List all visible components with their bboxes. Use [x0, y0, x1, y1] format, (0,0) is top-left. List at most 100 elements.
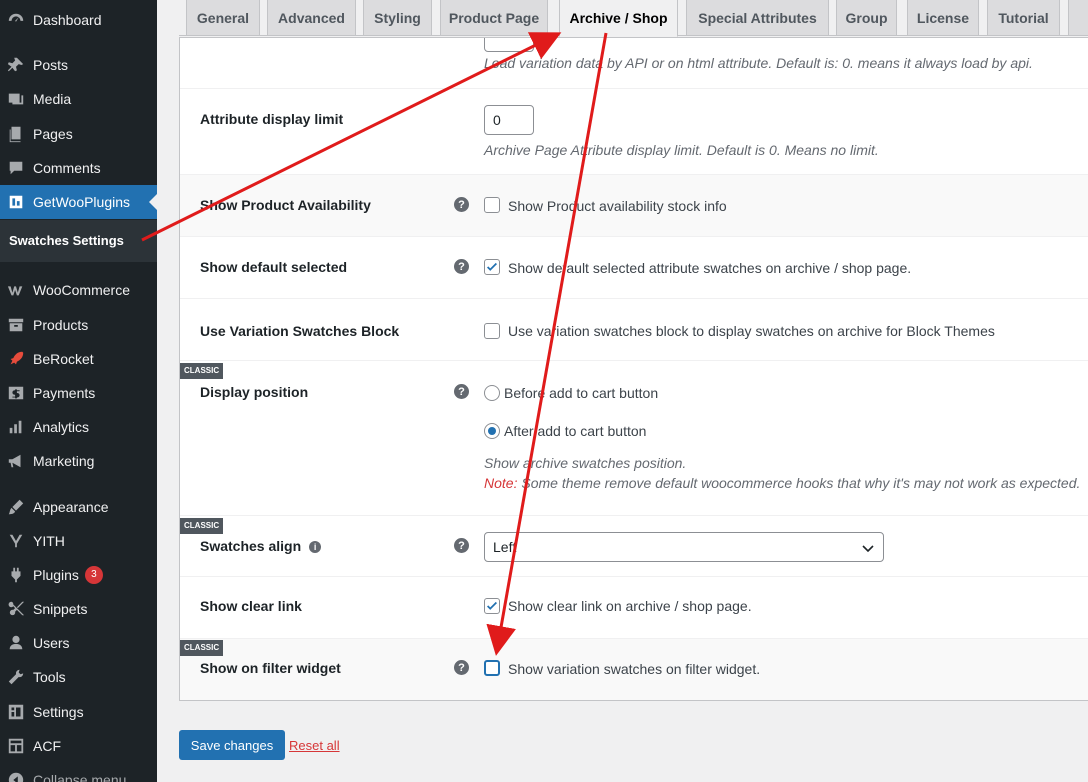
- menu-label: Collapse menu: [33, 772, 127, 782]
- menu-plugins[interactable]: Plugins 3: [0, 558, 157, 592]
- threshold-description: Load variation data by API or on html at…: [484, 55, 1033, 71]
- position-before-radio[interactable]: [484, 385, 500, 401]
- help-icon[interactable]: ?: [454, 538, 469, 553]
- reset-all-link[interactable]: Reset all: [289, 738, 340, 753]
- menu-woocommerce[interactable]: WooCommerce: [0, 273, 157, 307]
- tab-partial[interactable]: [1068, 0, 1088, 36]
- tab-advanced[interactable]: Advanced: [267, 0, 356, 36]
- menu-yith[interactable]: YITH: [0, 524, 157, 558]
- settings-icon: [6, 702, 26, 722]
- swatches-block-checkbox[interactable]: [484, 323, 500, 339]
- tab-general[interactable]: General: [186, 0, 260, 36]
- pin-icon: [6, 55, 26, 75]
- menu-label: Posts: [33, 57, 69, 73]
- menu-label: ACF: [33, 738, 61, 754]
- checkbox-label: Show clear link on archive / shop page.: [508, 598, 752, 614]
- menu-posts[interactable]: Posts: [0, 48, 157, 82]
- row-filter-widget: CLASSIC Show on filter widget ? Show var…: [180, 639, 1088, 700]
- attribute-limit-input[interactable]: 0: [484, 105, 534, 135]
- tab-group[interactable]: Group: [836, 0, 897, 36]
- menu-settings[interactable]: Settings: [0, 695, 157, 729]
- help-icon[interactable]: ?: [454, 660, 469, 675]
- help-icon[interactable]: ?: [454, 259, 469, 274]
- threshold-input[interactable]: [484, 38, 534, 52]
- swatches-align-select[interactable]: Left: [484, 532, 884, 562]
- row-swatches-block: Use Variation Swatches Block Use variati…: [180, 299, 1088, 361]
- row-swatches-align: CLASSIC Swatches align i ? Left: [180, 516, 1088, 577]
- menu-label: WooCommerce: [33, 282, 130, 298]
- submenu-swatches-settings[interactable]: Swatches Settings: [9, 233, 124, 248]
- menu-comments[interactable]: Comments: [0, 151, 157, 185]
- attribute-limit-description: Archive Page Attribute display limit. De…: [484, 142, 879, 158]
- default-selected-checkbox[interactable]: [484, 259, 500, 275]
- user-icon: [6, 633, 26, 653]
- save-changes-button[interactable]: Save changes: [179, 730, 285, 760]
- menu-berocket[interactable]: BeRocket: [0, 342, 157, 376]
- archive-icon: [6, 315, 26, 335]
- menu-getwooplugins[interactable]: GetWooPlugins: [0, 185, 157, 219]
- menu-acf[interactable]: ACF: [0, 729, 157, 763]
- yith-icon: [6, 531, 26, 551]
- checkbox-label: Show variation swatches on filter widget…: [508, 661, 761, 677]
- menu-label: Snippets: [33, 601, 88, 617]
- setting-label: Show Product Availability: [200, 197, 371, 213]
- rocket-icon: [6, 349, 26, 369]
- chevron-down-icon: [862, 545, 874, 553]
- collapse-icon: [6, 770, 26, 782]
- menu-media[interactable]: Media: [0, 82, 157, 116]
- position-after-radio[interactable]: [484, 423, 500, 439]
- menu-snippets[interactable]: Snippets: [0, 592, 157, 626]
- menu-products[interactable]: Products: [0, 308, 157, 342]
- brush-icon: [6, 497, 26, 517]
- tab-tutorial[interactable]: Tutorial: [987, 0, 1060, 36]
- setting-label: Show clear link: [200, 598, 302, 614]
- scissors-icon: [6, 599, 26, 619]
- info-icon[interactable]: i: [309, 541, 322, 554]
- tab-special-attributes[interactable]: Special Attributes: [686, 0, 829, 36]
- classic-badge: CLASSIC: [180, 640, 224, 656]
- note-text: Some theme remove default woocommerce ho…: [517, 475, 1081, 491]
- menu-label: Media: [33, 91, 72, 107]
- help-icon[interactable]: ?: [454, 197, 469, 212]
- chart-icon: [6, 417, 26, 437]
- menu-analytics[interactable]: Analytics: [0, 410, 157, 444]
- menu-appearance[interactable]: Appearance: [0, 490, 157, 524]
- setting-label: Display position: [200, 384, 309, 400]
- menu-users[interactable]: Users: [0, 626, 157, 660]
- menu-dashboard[interactable]: Dashboard: [0, 3, 157, 37]
- menu-label: Tools: [33, 669, 66, 685]
- setting-label: Use Variation Swatches Block: [200, 323, 400, 339]
- tab-license[interactable]: License: [907, 0, 979, 36]
- clear-link-checkbox[interactable]: [484, 598, 500, 614]
- row-display-position: CLASSIC Display position ? Before add to…: [180, 361, 1088, 516]
- radio-label: After add to cart button: [504, 423, 647, 439]
- checkbox-label: Use variation swatches block to display …: [508, 323, 995, 339]
- menu-marketing[interactable]: Marketing: [0, 444, 157, 478]
- setting-label-text: Swatches align: [200, 538, 302, 554]
- setting-label: Show default selected: [200, 259, 348, 275]
- classic-badge: CLASSIC: [180, 363, 224, 379]
- checkbox-label: Show Product availability stock info: [508, 198, 727, 214]
- row-default-selected: Show default selected ? Show default sel…: [180, 237, 1088, 299]
- setting-label: Attribute display limit: [200, 111, 344, 127]
- menu-pages[interactable]: Pages: [0, 117, 157, 151]
- tab-archive-shop[interactable]: Archive / Shop: [559, 0, 678, 37]
- checkbox-label: Show default selected attribute swatches…: [508, 260, 912, 276]
- menu-label: Dashboard: [33, 12, 102, 28]
- filter-widget-checkbox[interactable]: [484, 660, 500, 676]
- setting-label: Swatches align i: [200, 538, 322, 554]
- menu-tools[interactable]: Tools: [0, 660, 157, 694]
- menu-label: Users: [33, 635, 70, 651]
- menu-label: Settings: [33, 704, 84, 720]
- tab-product-page[interactable]: Product Page: [440, 0, 548, 36]
- menu-label: Marketing: [33, 453, 95, 469]
- tab-styling[interactable]: Styling: [363, 0, 432, 36]
- menu-collapse[interactable]: Collapse menu: [0, 763, 157, 782]
- menu-payments[interactable]: Payments: [0, 376, 157, 410]
- availability-checkbox[interactable]: [484, 197, 500, 213]
- dashboard-icon: [6, 10, 26, 30]
- plugin-icon: [6, 565, 26, 585]
- menu-label: Payments: [33, 385, 96, 401]
- help-icon[interactable]: ?: [454, 384, 469, 399]
- menu-label: Products: [33, 317, 89, 333]
